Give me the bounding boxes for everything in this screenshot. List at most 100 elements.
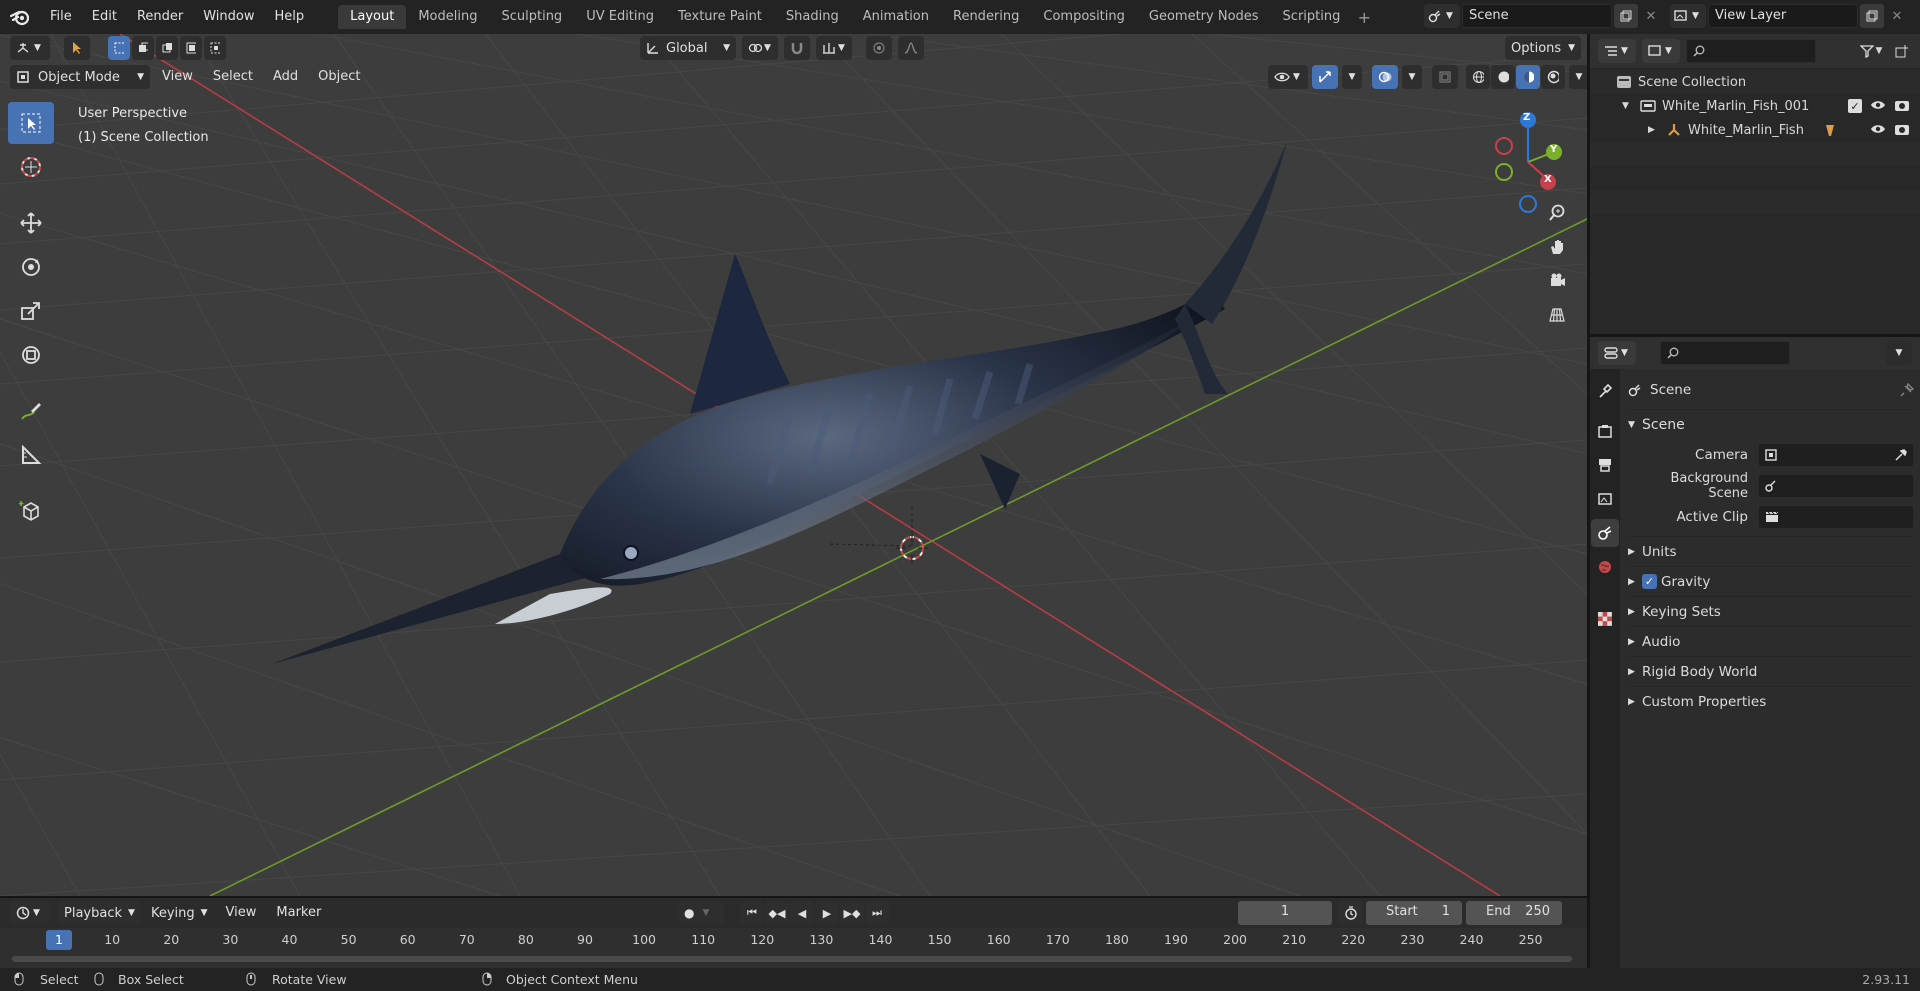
perspective-grid-icon[interactable] — [1542, 300, 1572, 330]
tab-animation[interactable]: Animation — [851, 5, 941, 29]
rigid-body-world-panel-header[interactable]: ▶ Rigid Body World — [1628, 656, 1914, 686]
proportional-edit-toggle[interactable] — [866, 36, 892, 60]
tab-texture-paint[interactable]: Texture Paint — [666, 5, 774, 29]
3d-viewport[interactable]: User Perspective (1) Scene Collection Z … — [0, 34, 1587, 896]
timeline-scrollbar[interactable] — [12, 956, 1572, 962]
audio-panel-header[interactable]: ▶ Audio — [1628, 626, 1914, 656]
camera-view-icon[interactable] — [1542, 266, 1572, 296]
scene-panel-header[interactable]: ▼ Scene — [1628, 409, 1914, 439]
play-icon[interactable]: ▶ — [815, 901, 839, 925]
snap-toggle[interactable] — [784, 36, 810, 60]
options-dropdown[interactable]: Options ▼ — [1505, 36, 1581, 60]
view-layer-browse-button[interactable]: ▼ — [1670, 4, 1706, 28]
tab-rendering[interactable]: Rendering — [941, 5, 1031, 29]
add-workspace-icon[interactable]: + — [1352, 5, 1376, 29]
gravity-checkbox[interactable]: ✓ — [1642, 574, 1657, 589]
custom-properties-panel-header[interactable]: ▶ Custom Properties — [1628, 686, 1914, 716]
outliner-editor-type-button[interactable]: ▼ — [1598, 39, 1636, 63]
scale-tool[interactable] — [8, 290, 54, 332]
annotate-tool[interactable] — [8, 390, 54, 432]
menu-help[interactable]: Help — [265, 0, 315, 34]
3d-cursor[interactable] — [896, 532, 928, 564]
overlays-toggle[interactable] — [1372, 65, 1398, 89]
pose-data-icon[interactable] — [1824, 123, 1836, 137]
menu-add[interactable]: Add — [265, 65, 306, 89]
rendered-shading-icon[interactable] — [1541, 65, 1565, 89]
camera-field[interactable] — [1758, 442, 1914, 467]
scene-name-field[interactable]: Scene — [1462, 4, 1612, 28]
select-intersect-icon[interactable] — [204, 36, 226, 60]
rotate-tool[interactable] — [8, 246, 54, 288]
jump-to-keyframe-prev-icon[interactable]: ◆◀ — [765, 901, 789, 925]
timeline-menu-view[interactable]: View — [218, 901, 265, 925]
play-reverse-icon[interactable]: ◀ — [790, 901, 814, 925]
render-properties-icon[interactable] — [1591, 417, 1619, 445]
keying-sets-panel-header[interactable]: ▶ Keying Sets — [1628, 596, 1914, 626]
wireframe-shading-icon[interactable] — [1466, 65, 1490, 89]
tab-modeling[interactable]: Modeling — [406, 5, 489, 29]
expand-arrow-icon[interactable]: ▼ — [1622, 101, 1634, 111]
world-properties-icon[interactable] — [1591, 553, 1619, 581]
select-box-tool[interactable] — [8, 102, 54, 144]
tab-shading[interactable]: Shading — [774, 5, 851, 29]
keying-menu[interactable]: Keying ▼ — [145, 901, 214, 925]
menu-render[interactable]: Render — [127, 0, 193, 34]
display-mode-button[interactable]: ▼ — [1642, 39, 1680, 63]
tab-layout[interactable]: Layout — [338, 5, 407, 29]
close-icon[interactable]: ✕ — [1640, 4, 1662, 28]
outliner-search-input[interactable] — [1686, 39, 1816, 63]
area-divider[interactable] — [1587, 34, 1590, 968]
outliner-row-collection[interactable]: ▼ White_Marlin_Fish_001 ✓ — [1590, 94, 1920, 118]
view-layer-properties-icon[interactable] — [1591, 485, 1619, 513]
tab-sculpting[interactable]: Sculpting — [489, 5, 574, 29]
select-new-icon[interactable] — [108, 36, 130, 60]
render-camera-icon[interactable] — [1894, 98, 1910, 112]
solid-shading-icon[interactable] — [1491, 65, 1515, 89]
cursor-tool[interactable] — [8, 146, 54, 188]
blender-logo-icon[interactable] — [0, 0, 40, 34]
menu-edit[interactable]: Edit — [82, 0, 127, 34]
menu-window[interactable]: Window — [193, 0, 264, 34]
properties-search-input[interactable] — [1660, 341, 1790, 365]
outliner-row-scene-collection[interactable]: Scene Collection — [1590, 70, 1920, 94]
gizmo-dropdown[interactable]: ▼ — [1342, 65, 1362, 89]
menu-select[interactable]: Select — [205, 65, 261, 89]
zoom-icon[interactable] — [1542, 198, 1572, 228]
add-cube-tool[interactable] — [8, 490, 54, 532]
properties-options-dropdown[interactable]: ▼ — [1886, 341, 1912, 365]
tab-geometry-nodes[interactable]: Geometry Nodes — [1137, 5, 1271, 29]
duplicate-view-layer-icon[interactable] — [1860, 4, 1884, 28]
visibility-dropdown[interactable]: ▼ — [1268, 65, 1308, 89]
outliner-row-object[interactable]: ▶ White_Marlin_Fish — [1590, 118, 1920, 142]
output-properties-icon[interactable] — [1591, 451, 1619, 479]
close-icon[interactable]: ✕ — [1886, 4, 1908, 28]
end-frame-field[interactable]: End 250 — [1466, 901, 1562, 925]
filter-icon[interactable]: ▼ — [1856, 39, 1886, 63]
tweak-tool-button[interactable] — [64, 36, 90, 60]
units-panel-header[interactable]: ▶ Units — [1628, 536, 1914, 566]
area-divider[interactable] — [1590, 334, 1920, 337]
background-scene-field[interactable] — [1758, 473, 1914, 498]
move-tool[interactable] — [8, 202, 54, 244]
xray-toggle[interactable] — [1432, 65, 1458, 89]
auto-keying-button[interactable]: ● ▼ — [678, 901, 724, 925]
measure-tool[interactable] — [8, 434, 54, 476]
snap-target-dropdown[interactable]: ▼ — [816, 36, 852, 60]
timeline-ruler[interactable]: 1 10 20 30 40 50 60 70 80 90 100 110 120 130 140 150 160… — [0, 928, 1587, 968]
menu-object[interactable]: Object — [310, 65, 368, 89]
select-invert-icon[interactable] — [180, 36, 202, 60]
timeline-menu-marker[interactable]: Marker — [268, 901, 329, 925]
tab-uv-editing[interactable]: UV Editing — [574, 5, 666, 29]
eyedropper-icon[interactable] — [1895, 448, 1907, 461]
pivot-point-dropdown[interactable]: ▼ — [742, 36, 778, 60]
jump-to-end-icon[interactable]: ⏭ — [865, 901, 889, 925]
active-clip-field[interactable] — [1758, 504, 1914, 529]
current-frame-field[interactable]: 1 — [1238, 901, 1332, 925]
view-layer-field[interactable]: View Layer — [1708, 4, 1858, 28]
overlays-dropdown[interactable]: ▼ — [1402, 65, 1422, 89]
start-frame-field[interactable]: Start 1 — [1366, 901, 1462, 925]
shading-dropdown[interactable]: ▼ — [1569, 65, 1589, 89]
eye-icon[interactable] — [1870, 98, 1886, 112]
select-extend-icon[interactable] — [132, 36, 154, 60]
pin-icon[interactable] — [1900, 383, 1914, 397]
